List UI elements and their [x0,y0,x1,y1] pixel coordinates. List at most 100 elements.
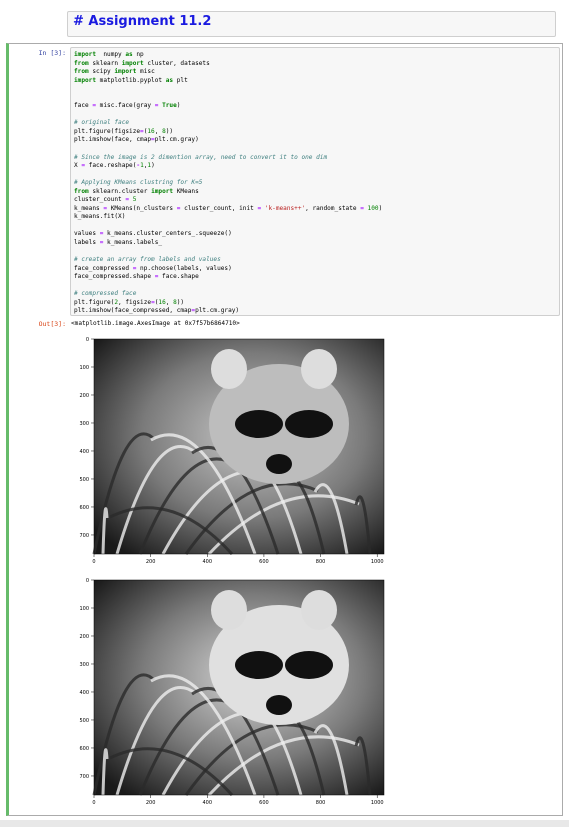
code-token: face [74,102,93,110]
code-editor[interactable]: import numpy as np from sklearn import c… [70,47,560,316]
x-tick-label: 600 [259,559,269,564]
code-token: import [74,51,97,58]
code-token: # Applying KMeans clustring for K=5 [74,179,203,187]
x-tick-label: 800 [316,559,326,564]
x-tick-label: 400 [203,559,213,564]
code-token: )) [165,127,174,135]
raccoon-image [92,339,384,556]
code-token: from [74,59,89,67]
code-token: sklearn [88,59,122,67]
code-token: plt [173,76,188,84]
code-token: matplotlib.pyplot [96,76,166,84]
code-token: scipy [88,68,115,76]
code-token: face.shape [158,273,199,281]
output-prompt: Out[3]: [38,320,66,328]
code-token: 5 [132,196,137,204]
code-token: plt.figure(figsize [74,127,141,135]
code-token: KMeans(n_clusters [107,204,177,212]
code-token: ) [378,204,383,212]
y-tick-label: 200 [79,393,89,399]
code-token: as [165,76,174,84]
code-token: import [151,187,174,195]
code-token: misc.face(gray [96,102,155,110]
code-token: k_means.fit(X) [74,213,126,221]
code-token: k_means [74,204,104,212]
code-token: ) [176,102,181,110]
code-token: import [121,59,144,67]
code-token: numpy [96,51,126,58]
code-cell[interactable]: In [3]: import numpy as np from sklearn … [6,43,563,816]
y-tick-label: 700 [79,774,89,780]
code-token: face_compressed [74,264,133,272]
code-token: ) [151,162,155,170]
x-tick-label: 800 [316,800,326,805]
y-tick-label: 400 [79,449,89,455]
code-token: cluster_count [74,196,126,204]
x-tick-label: 200 [146,800,156,805]
code-token: sklearn.cluster [88,187,152,195]
horizontal-scrollbar[interactable] [0,820,569,827]
y-tick-label: 400 [79,690,89,696]
code-token: plt.figure( [74,298,115,306]
code-token: np.choose(labels, values) [136,264,232,272]
code-token: cluster, datasets [143,59,210,67]
code-token: KMeans [173,187,199,195]
code-token: plt.cm.gray) [195,307,240,315]
code-token: k_means.labels_ [103,239,163,247]
code-token: # create an array from labels and values [74,256,221,264]
code-token: , [154,127,163,135]
y-tick-label: 100 [79,606,89,612]
code-token: 'k-means++' [264,204,306,212]
code-text[interactable]: import numpy as np from sklearn import c… [74,51,382,316]
code-token: 16 [158,298,166,306]
input-prompt: In [3]: [38,49,66,57]
x-tick-label: 400 [203,800,213,805]
y-tick-label: 500 [79,718,89,724]
code-token: import [114,68,137,76]
y-tick-label: 300 [79,662,89,668]
code-token: import [74,76,97,84]
code-token: labels [74,239,100,247]
y-tick-label: 0 [86,578,89,584]
y-tick-label: 0 [86,337,89,343]
code-token: )) [176,298,185,306]
code-token: face_compressed.shape [74,273,155,281]
code-token: , figsize [118,298,152,306]
x-tick-label: 200 [146,559,156,564]
x-tick-label: 0 [92,559,95,564]
code-token: True [162,102,177,110]
code-token: cluster_count, init [180,204,258,212]
code-token: 16 [147,127,155,135]
code-token: plt.cm.gray) [154,136,199,144]
y-tick-label: 100 [79,365,89,371]
code-token: plt.imshow(face, cmap [74,136,152,144]
x-tick-label: 0 [92,800,95,805]
code-token: as [125,51,133,58]
y-tick-label: 500 [79,477,89,483]
code-token: # Since the image is 2 dimention array, … [74,153,328,161]
code-token: values [74,230,100,238]
raccoon-image [92,580,384,797]
code-token: face.reshape( [85,162,137,170]
code-token: # original face [74,119,130,127]
markdown-title: # Assignment 11.2 [73,14,212,29]
code-token: # compressed face [74,290,137,298]
code-token: plt.imshow(face_compressed, cmap [74,307,192,315]
original-face-plot: 0 100 200 300 400 500 600 700 0 200 400 600 800 1000 [69,334,399,564]
y-tick-label: 600 [79,505,89,511]
output-text: <matplotlib.image.AxesImage at 0x7f57b68… [71,320,240,327]
code-token: from [74,187,89,195]
code-token: , random_state [305,204,361,212]
code-token: np [132,51,144,58]
markdown-cell[interactable]: # Assignment 11.2 [67,11,556,37]
y-tick-label: 300 [79,421,89,427]
x-tick-label: 600 [259,800,269,805]
x-tick-label: 1000 [371,559,384,564]
y-tick-label: 200 [79,634,89,640]
code-token: from [74,68,89,76]
code-token: k_means.cluster_centers_.squeeze() [103,230,232,238]
code-token: , [165,298,174,306]
y-tick-label: 700 [79,533,89,539]
compressed-face-plot: 0 100 200 300 400 500 600 700 0 200 400 600 800 1000 [69,575,399,805]
y-tick-label: 600 [79,746,89,752]
